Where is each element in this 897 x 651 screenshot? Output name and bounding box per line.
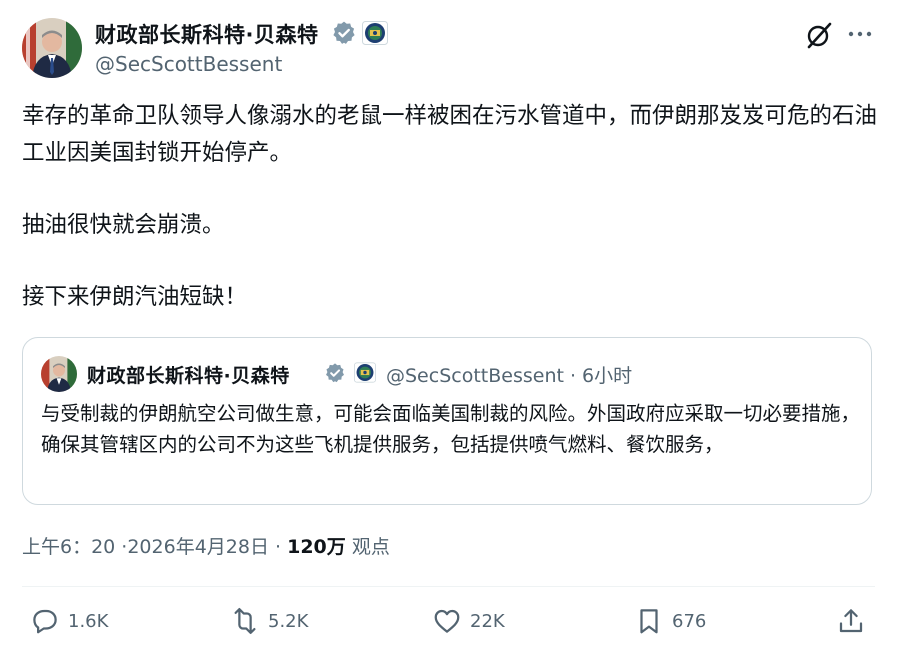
- author-handle[interactable]: @SecScottBessent: [95, 52, 282, 76]
- timestamp[interactable]: 上午6：20 ·2026年4月28日 ·: [22, 536, 281, 558]
- grok-icon[interactable]: [804, 20, 834, 50]
- quoted-handle-time: @SecScottBessent · 6小时: [386, 365, 633, 387]
- bookmark-icon: [640, 609, 658, 634]
- like-button[interactable]: 22K: [432, 604, 505, 638]
- repost-count: 5.2K: [268, 610, 309, 632]
- reply-button[interactable]: 1.6K: [30, 604, 108, 638]
- like-count: 22K: [470, 610, 505, 632]
- divider: [22, 586, 875, 587]
- tweet-paragraph: 幸存的革命卫队领导人像溺水的老鼠一样被困在污水管道中，而伊朗那岌岌可危的石油工业…: [22, 103, 878, 166]
- bookmark-button[interactable]: 676: [634, 604, 706, 638]
- author-avatar[interactable]: [22, 18, 82, 78]
- quoted-tweet-text: 与受制裁的伊朗航空公司做生意，可能会面临美国制裁的风险。外国政府应采取一切必要措…: [41, 402, 861, 456]
- repost-icon: [234, 608, 256, 634]
- views-count: 120万: [287, 536, 346, 558]
- quoted-author-avatar[interactable]: [41, 356, 77, 392]
- tweet-meta: 上午6：20 ·2026年4月28日 · 120万 观点: [22, 532, 390, 559]
- views-label: 观点: [351, 536, 390, 558]
- quoted-author-name[interactable]: 财政部长斯科特·贝森特: [87, 361, 290, 388]
- more-icon[interactable]: [846, 23, 874, 45]
- repost-button[interactable]: 5.2K: [230, 604, 308, 638]
- treasury-seal-icon[interactable]: [362, 21, 388, 45]
- verified-badge-icon[interactable]: [331, 20, 357, 46]
- tweet-paragraph: 接下来伊朗汽油短缺！: [22, 284, 248, 310]
- share-button[interactable]: [836, 604, 866, 638]
- bookmark-count: 676: [672, 610, 707, 632]
- share-icon: [839, 609, 863, 633]
- verified-badge-icon: [324, 362, 346, 384]
- tweet-text: 幸存的革命卫队领导人像溺水的老鼠一样被困在污水管道中，而伊朗那岌岌可危的石油工业…: [22, 98, 882, 316]
- reply-icon: [33, 609, 57, 634]
- author-name[interactable]: 财政部长斯科特·贝森特: [95, 19, 318, 49]
- like-icon: [434, 609, 460, 633]
- treasury-seal-icon: [354, 362, 376, 383]
- quoted-tweet-card[interactable]: 财政部长斯科特·贝森特 @SecScottBessent · 6小时 与受制裁的…: [22, 337, 872, 505]
- reply-count: 1.6K: [68, 610, 109, 632]
- tweet-paragraph: 抽油很快就会崩溃。: [22, 212, 225, 238]
